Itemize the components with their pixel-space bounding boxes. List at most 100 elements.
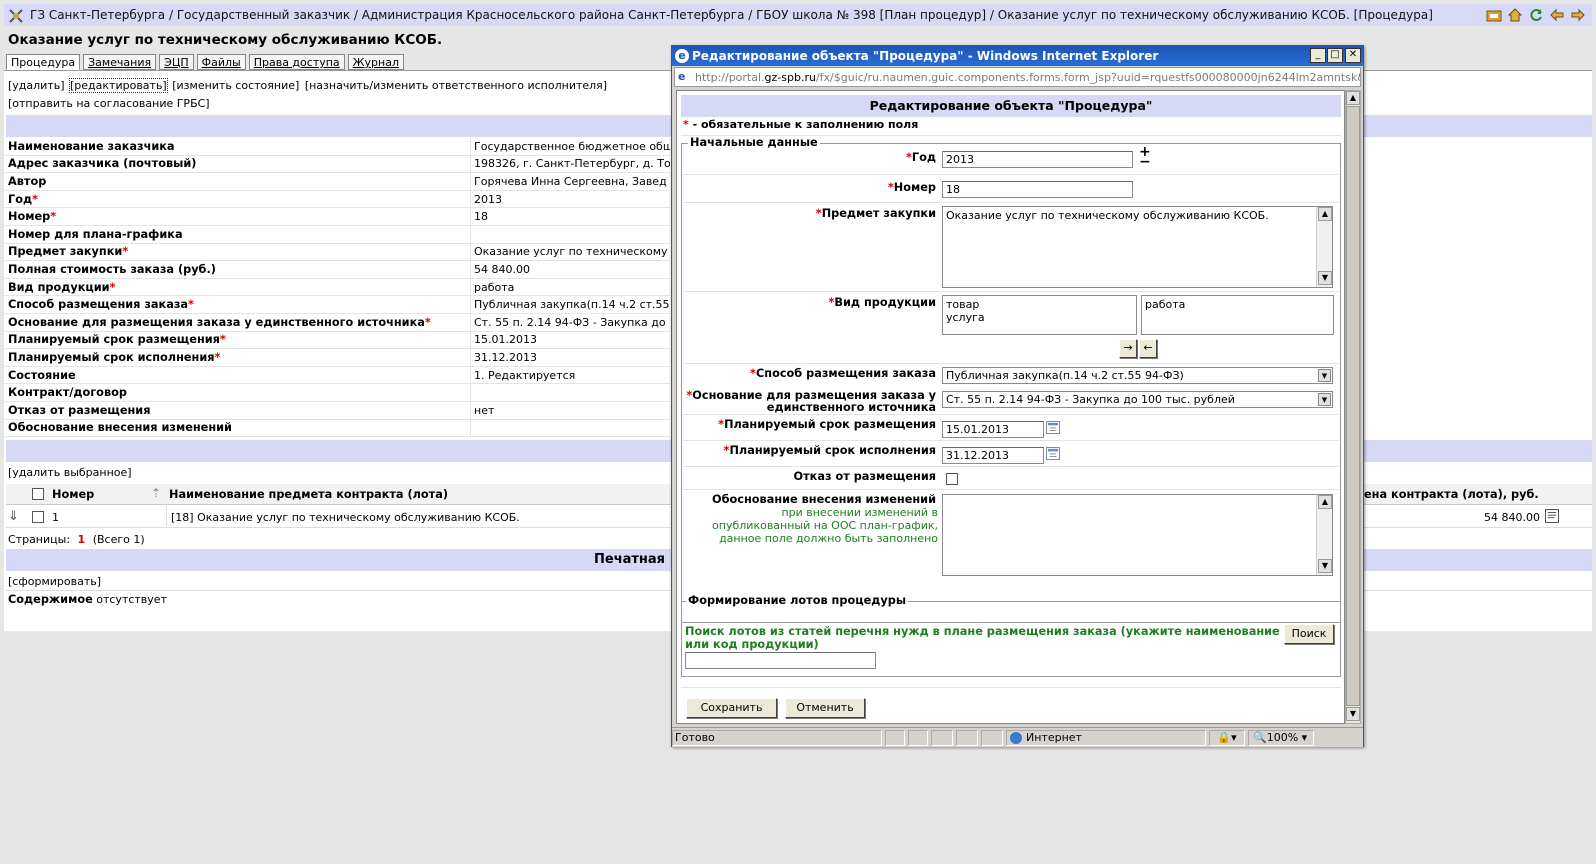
tab-bar: Процедура Замечания ЭЦП Файлы Права дост…	[6, 54, 404, 70]
zoom-icon: 🔍	[1253, 730, 1267, 744]
forward-arrow-icon[interactable]	[1570, 7, 1586, 23]
select-all-checkbox[interactable]	[32, 488, 44, 500]
field-label: Отказ от размещения	[8, 403, 151, 417]
minimize-button[interactable]: _	[1310, 48, 1326, 63]
change-state-link[interactable]: [изменить состояние]	[172, 79, 299, 92]
scroll-up-icon[interactable]: ▲	[1346, 91, 1360, 105]
refresh-icon[interactable]	[1528, 7, 1544, 23]
delete-link[interactable]: [удалить]	[8, 79, 65, 92]
cancel-button[interactable]: Отменить	[785, 698, 865, 718]
ie-logo-icon: e	[675, 49, 689, 63]
year-label: *Год	[905, 151, 936, 164]
home-icon[interactable]	[1507, 7, 1523, 23]
calendar-icon[interactable]	[1046, 447, 1060, 460]
field-label: Контракт/договор	[8, 386, 127, 400]
product-option[interactable]: работа	[1145, 298, 1330, 311]
drag-handle-icon[interactable]: ⇓	[8, 509, 19, 524]
product-option[interactable]: услуга	[946, 311, 1133, 324]
url-path: /fx/$guic/ru.naumen.guic.components.form…	[815, 70, 1360, 84]
col-name-header[interactable]: Наименование предмета контракта (лота)	[169, 488, 448, 501]
plus-minus-icon[interactable]: + −	[1139, 145, 1151, 169]
separator	[681, 687, 1341, 688]
chevron-down-icon[interactable]: ▼	[1318, 393, 1331, 406]
lots-search-input[interactable]	[685, 652, 876, 669]
status-cell	[885, 729, 905, 746]
tab-files[interactable]: Файлы	[196, 54, 246, 70]
separator	[683, 363, 1339, 364]
field-row: Отказ от размещения нет	[4, 401, 670, 420]
basis-select[interactable]: Ст. 55 п. 2.14 94-ФЗ - Закупка до 100 ты…	[942, 391, 1333, 408]
move-left-button[interactable]: ←	[1139, 339, 1157, 358]
tab-signature[interactable]: ЭЦП	[159, 54, 194, 70]
page-title: Оказание услуг по техническому обслужива…	[8, 32, 443, 48]
sort-arrow-icon[interactable]: ⇡	[151, 486, 161, 500]
justification-scrollbar[interactable]: ▲ ▼	[1316, 495, 1332, 575]
separator	[683, 202, 1339, 203]
col-price-header[interactable]: ена контракта (лота), руб.	[1364, 488, 1539, 501]
tab-access-rights[interactable]: Права доступа	[248, 54, 345, 70]
execution-date-input[interactable]: 31.12.2013	[942, 447, 1044, 464]
scroll-thumb[interactable]	[1346, 106, 1360, 706]
edit-link[interactable]: [редактировать]	[69, 78, 168, 93]
product-type-label: *Вид продукции	[828, 296, 936, 309]
field-label: Номер*	[8, 210, 57, 224]
field-label: Предмет закупки*	[8, 245, 129, 259]
status-cell	[931, 729, 953, 746]
product-available-list[interactable]: товар услуга	[942, 295, 1137, 335]
pages-total: (Всего 1)	[92, 533, 145, 546]
tab-procedure[interactable]: Процедура	[6, 54, 81, 70]
method-select[interactable]: Публичная закупка(п.14 ч.2 ст.55 94-ФЗ) ▼	[942, 367, 1333, 384]
product-option[interactable]: товар	[946, 298, 1133, 311]
product-selected-list[interactable]: работа	[1141, 295, 1334, 335]
chevron-down-icon[interactable]: ▼	[1318, 369, 1331, 382]
field-row: Вид продукции* работа	[4, 278, 670, 297]
field-row: Основание для размещения заказа у единст…	[4, 313, 670, 332]
search-button[interactable]: Поиск	[1284, 624, 1334, 644]
move-right-button[interactable]: →	[1119, 339, 1137, 358]
col-number-header[interactable]: Номер	[52, 488, 94, 501]
field-row: Способ размещения заказа* Публичная закуп…	[4, 296, 670, 314]
dialog-title-bar[interactable]: Редактирование объекта "Процедура" - Win…	[672, 46, 1363, 66]
field-value	[470, 384, 670, 401]
assign-executor-link[interactable]: [назначить/изменить ответственного испол…	[305, 79, 607, 92]
subject-textarea[interactable]: Оказание услуг по техническому обслужива…	[942, 206, 1333, 288]
number-input[interactable]: 18	[942, 181, 1133, 198]
tab-remarks[interactable]: Замечания	[83, 54, 157, 70]
address-bar[interactable]: http://portal. gz-spb.ru/fx/$guic/ru.naum…	[674, 67, 1361, 87]
delete-selected-link[interactable]: [удалить выбранное]	[8, 466, 132, 479]
zoom-control[interactable]: 🔍100% ▾	[1248, 729, 1314, 746]
row-lot-name[interactable]: [18] Оказание услуг по техническому обсл…	[171, 511, 520, 524]
dialog-scrollbar[interactable]: ▲ ▼	[1345, 90, 1361, 724]
breadcrumb-text[interactable]: ГЗ Санкт-Петербурга / Государственный за…	[30, 8, 1433, 22]
field-value: нет	[470, 401, 670, 419]
maximize-button[interactable]: □	[1327, 48, 1343, 63]
scroll-down-icon[interactable]: ▼	[1346, 707, 1360, 721]
page-current[interactable]: 1	[78, 533, 86, 546]
status-bar: Готово Интернет 🔒▾ 🔍100% ▾	[672, 727, 1363, 747]
subject-scrollbar[interactable]: ▲ ▼	[1316, 207, 1332, 287]
protected-mode-icon[interactable]: 🔒▾	[1209, 729, 1245, 746]
save-button[interactable]: Сохранить	[686, 698, 777, 718]
field-label: Состояние	[8, 368, 76, 382]
year-input[interactable]: 2013	[942, 151, 1133, 168]
folder-icon[interactable]	[1486, 7, 1502, 23]
justification-textarea[interactable]	[942, 494, 1333, 576]
field-value: 18	[470, 208, 670, 225]
calendar-icon[interactable]	[1046, 421, 1060, 434]
status-cell	[956, 729, 978, 746]
document-icon[interactable]	[1545, 509, 1559, 523]
url-host: http://portal.	[695, 70, 765, 84]
send-grbs-link[interactable]: [отправить на согласование ГРБС]	[8, 97, 210, 110]
refusal-checkbox[interactable]	[946, 473, 958, 485]
placement-date-input[interactable]: 15.01.2013	[942, 421, 1044, 438]
generate-link[interactable]: [сформировать]	[8, 575, 101, 588]
row-checkbox[interactable]	[32, 511, 44, 523]
back-arrow-icon[interactable]	[1549, 7, 1565, 23]
dialog-content: Редактирование объекта "Процедура" * - о…	[676, 90, 1345, 724]
field-label: Основание для размещения заказа у единст…	[8, 315, 431, 329]
security-zone[interactable]: Интернет	[1006, 729, 1206, 746]
tab-journal[interactable]: Журнал	[347, 54, 404, 70]
status-cell	[908, 729, 928, 746]
close-button[interactable]: ✕	[1345, 48, 1361, 63]
placement-date-label: *Планируемый срок размещения	[718, 418, 936, 431]
